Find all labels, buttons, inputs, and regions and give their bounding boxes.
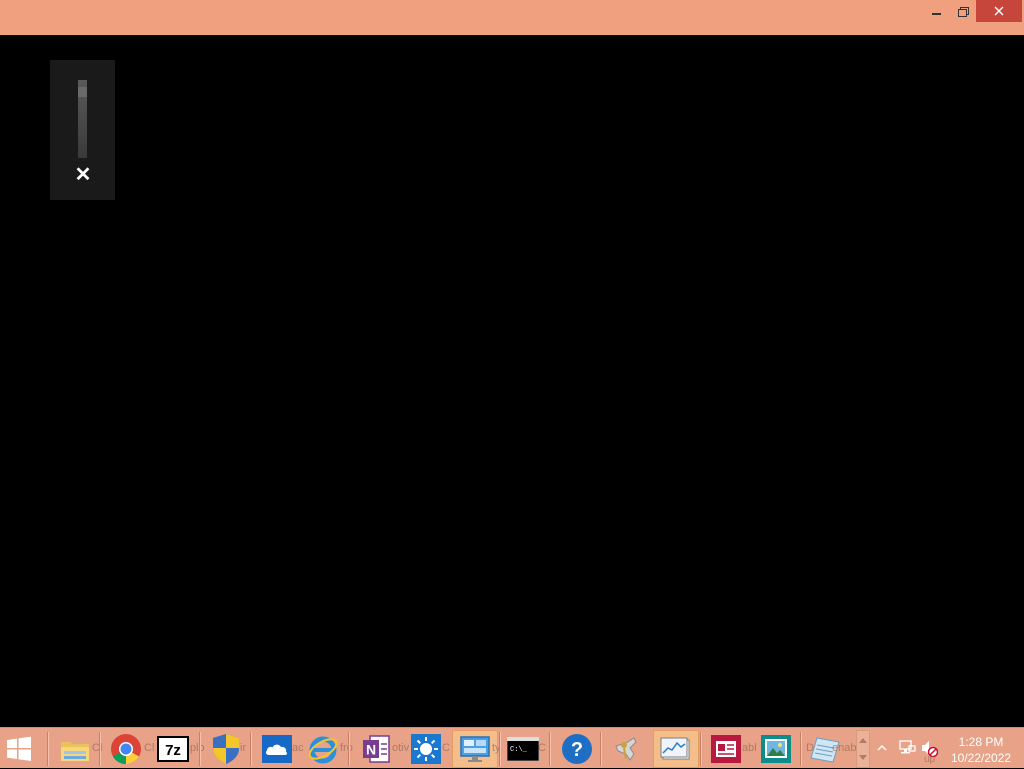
taskbar-item-keys[interactable]	[605, 730, 651, 768]
shield-icon	[213, 734, 239, 764]
volume-flyout: ✕	[50, 60, 115, 200]
7zip-label: 7z	[165, 742, 181, 759]
taskbar: Cl Cl 7z plo ir ac fro N otiv C ty C:\_ …	[0, 727, 1024, 768]
help-icon: ?	[562, 734, 592, 764]
sun-icon	[411, 734, 441, 764]
scroll-down-icon[interactable]	[859, 755, 867, 760]
taskbar-item-help[interactable]: ?	[554, 730, 600, 768]
restore-button[interactable]	[950, 0, 976, 22]
ghost-text: ir	[240, 742, 247, 754]
image-icon	[761, 735, 791, 763]
main-content	[0, 35, 1024, 727]
taskbar-separator	[250, 732, 252, 766]
cmd-label: C:\_	[510, 746, 528, 754]
taskbar-separator	[549, 732, 551, 766]
taskbar-separator	[348, 732, 350, 766]
minimize-icon	[931, 13, 941, 15]
keys-icon	[615, 737, 637, 761]
7zip-icon: 7z	[157, 736, 189, 762]
monitor-icon	[460, 736, 490, 762]
volume-slider[interactable]	[78, 80, 87, 158]
taskbar-scroller[interactable]	[856, 730, 870, 768]
title-bar	[0, 0, 1024, 35]
clock-date: 10/22/2022	[950, 751, 1012, 765]
taskbar-separator	[600, 732, 602, 766]
taskbar-separator	[47, 732, 49, 766]
close-icon	[994, 6, 1004, 16]
cloud-icon	[262, 735, 292, 763]
ghost-text: C	[538, 742, 546, 754]
taskbar-separator	[700, 732, 702, 766]
news-icon	[711, 735, 741, 763]
cmd-icon: C:\_	[507, 737, 539, 761]
chevron-up-icon[interactable]	[877, 744, 887, 752]
chrome-icon	[111, 734, 141, 765]
onenote-icon: N	[363, 735, 390, 763]
windows-logo-icon	[7, 736, 31, 761]
start-button[interactable]	[4, 736, 40, 762]
system-tray: up	[874, 728, 942, 769]
restore-icon	[958, 6, 969, 17]
ghost-text: fro	[340, 742, 353, 754]
taskbar-item-photo-viewer[interactable]	[753, 730, 799, 768]
taskbar-item-performance[interactable]	[653, 730, 699, 768]
help-label: ?	[571, 739, 583, 761]
taskbar-separator	[99, 732, 101, 766]
scroll-up-icon[interactable]	[859, 738, 867, 743]
onenote-label: N	[366, 742, 376, 758]
volume-slider-thumb[interactable]	[78, 87, 87, 97]
minimize-button[interactable]	[922, 0, 950, 22]
clock-time: 1:28 PM	[958, 735, 1004, 749]
volume-flyout-close-button[interactable]: ✕	[74, 164, 92, 186]
ie-icon	[308, 736, 338, 764]
folder-icon	[61, 742, 89, 761]
chart-icon	[660, 737, 690, 760]
close-window-button[interactable]	[976, 0, 1022, 22]
taskbar-separator	[199, 732, 201, 766]
network-icon[interactable]	[898, 740, 916, 756]
ghost-text: D	[806, 742, 814, 754]
ghost-text: C	[442, 742, 450, 754]
taskbar-item-chrome[interactable]	[103, 730, 149, 768]
ghost-text: up	[924, 754, 936, 765]
clock[interactable]: 1:28 PM 10/22/2022	[945, 734, 1017, 766]
